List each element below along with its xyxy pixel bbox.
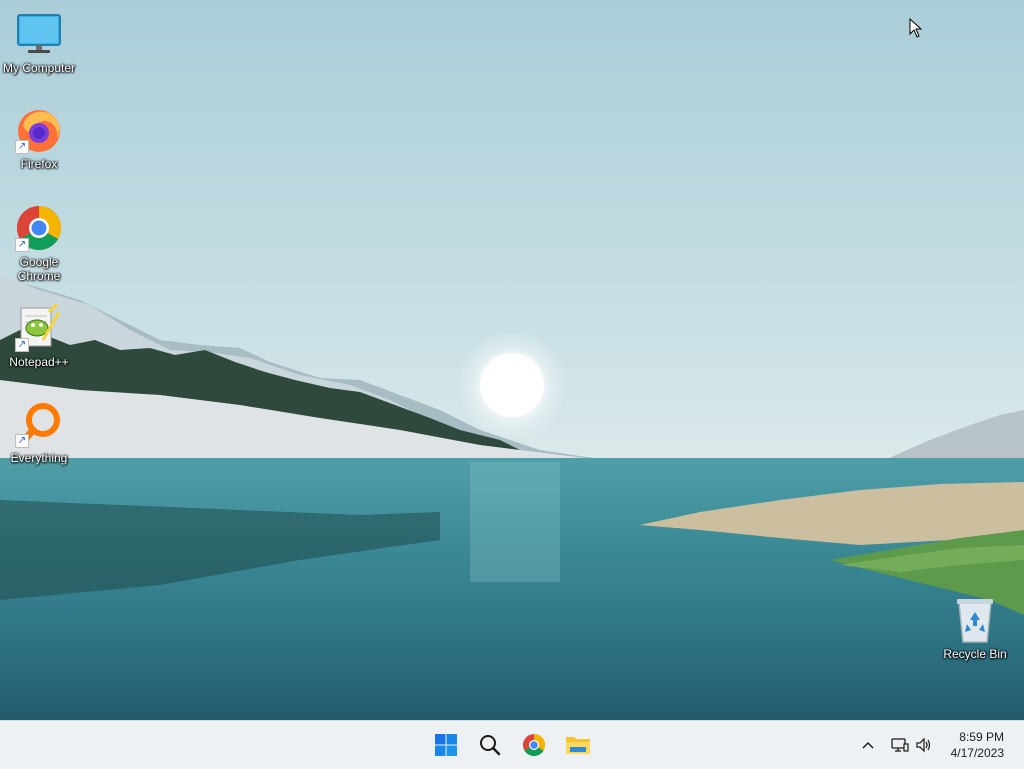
taskbar-chrome-button[interactable] (518, 729, 550, 761)
chevron-up-icon (862, 741, 874, 749)
system-tray (856, 721, 936, 769)
desktop-icon-label: Firefox (20, 157, 58, 171)
desktop-icon-label: Everything (10, 451, 68, 465)
desktop-icon-label: Google Chrome (17, 255, 61, 283)
desktop-icon-everything[interactable]: ↗ Everything (0, 398, 78, 465)
desktop-icon-label: My Computer (2, 61, 76, 75)
clock[interactable]: 8:59 PM 4/17/2023 (951, 729, 1004, 761)
clock-time: 8:59 PM (959, 730, 1004, 744)
desktop-icon-google-chrome[interactable]: ↗ Google Chrome (0, 202, 78, 283)
recycle-bin-icon (949, 594, 1001, 646)
mouse-cursor-icon (909, 18, 923, 38)
search-icon (480, 735, 501, 756)
clock-date: 4/17/2023 (950, 746, 1004, 760)
shortcut-arrow-icon: ↗ (15, 140, 29, 154)
start-button[interactable] (430, 729, 462, 761)
notepadpp-icon: ↗ (13, 302, 65, 354)
volume-icon (916, 737, 931, 753)
desktop-icon-my-computer[interactable]: My Computer (0, 8, 78, 75)
show-hidden-icons-button[interactable] (856, 729, 880, 761)
windows-start-icon (435, 734, 457, 756)
network-icon (891, 738, 909, 752)
desktop-icon-label: Notepad++ (9, 355, 69, 369)
shortcut-arrow-icon: ↗ (15, 338, 29, 352)
desktop[interactable]: My Computer ↗ Firefox ↗ Google Chrome ↗ … (0, 0, 1024, 720)
network-button[interactable] (888, 729, 912, 761)
desktop-icon-recycle-bin[interactable]: Recycle Bin (936, 594, 1014, 661)
folder-icon (566, 737, 590, 754)
desktop-icon-label: Recycle Bin (943, 647, 1007, 661)
taskbar: 8:59 PM 4/17/2023 (0, 720, 1024, 769)
shortcut-arrow-icon: ↗ (15, 238, 29, 252)
wallpaper (0, 0, 1024, 720)
volume-button[interactable] (912, 729, 936, 761)
chrome-icon: ↗ (13, 202, 65, 254)
everything-search-icon: ↗ (13, 398, 65, 450)
taskbar-file-explorer-button[interactable] (562, 729, 594, 761)
search-button[interactable] (474, 729, 506, 761)
firefox-icon: ↗ (13, 104, 65, 156)
shortcut-arrow-icon: ↗ (15, 434, 29, 448)
desktop-icon-firefox[interactable]: ↗ Firefox (0, 104, 78, 171)
monitor-icon (13, 8, 65, 60)
chrome-icon (523, 734, 545, 756)
desktop-icon-notepadpp[interactable]: ↗ Notepad++ (0, 302, 78, 369)
